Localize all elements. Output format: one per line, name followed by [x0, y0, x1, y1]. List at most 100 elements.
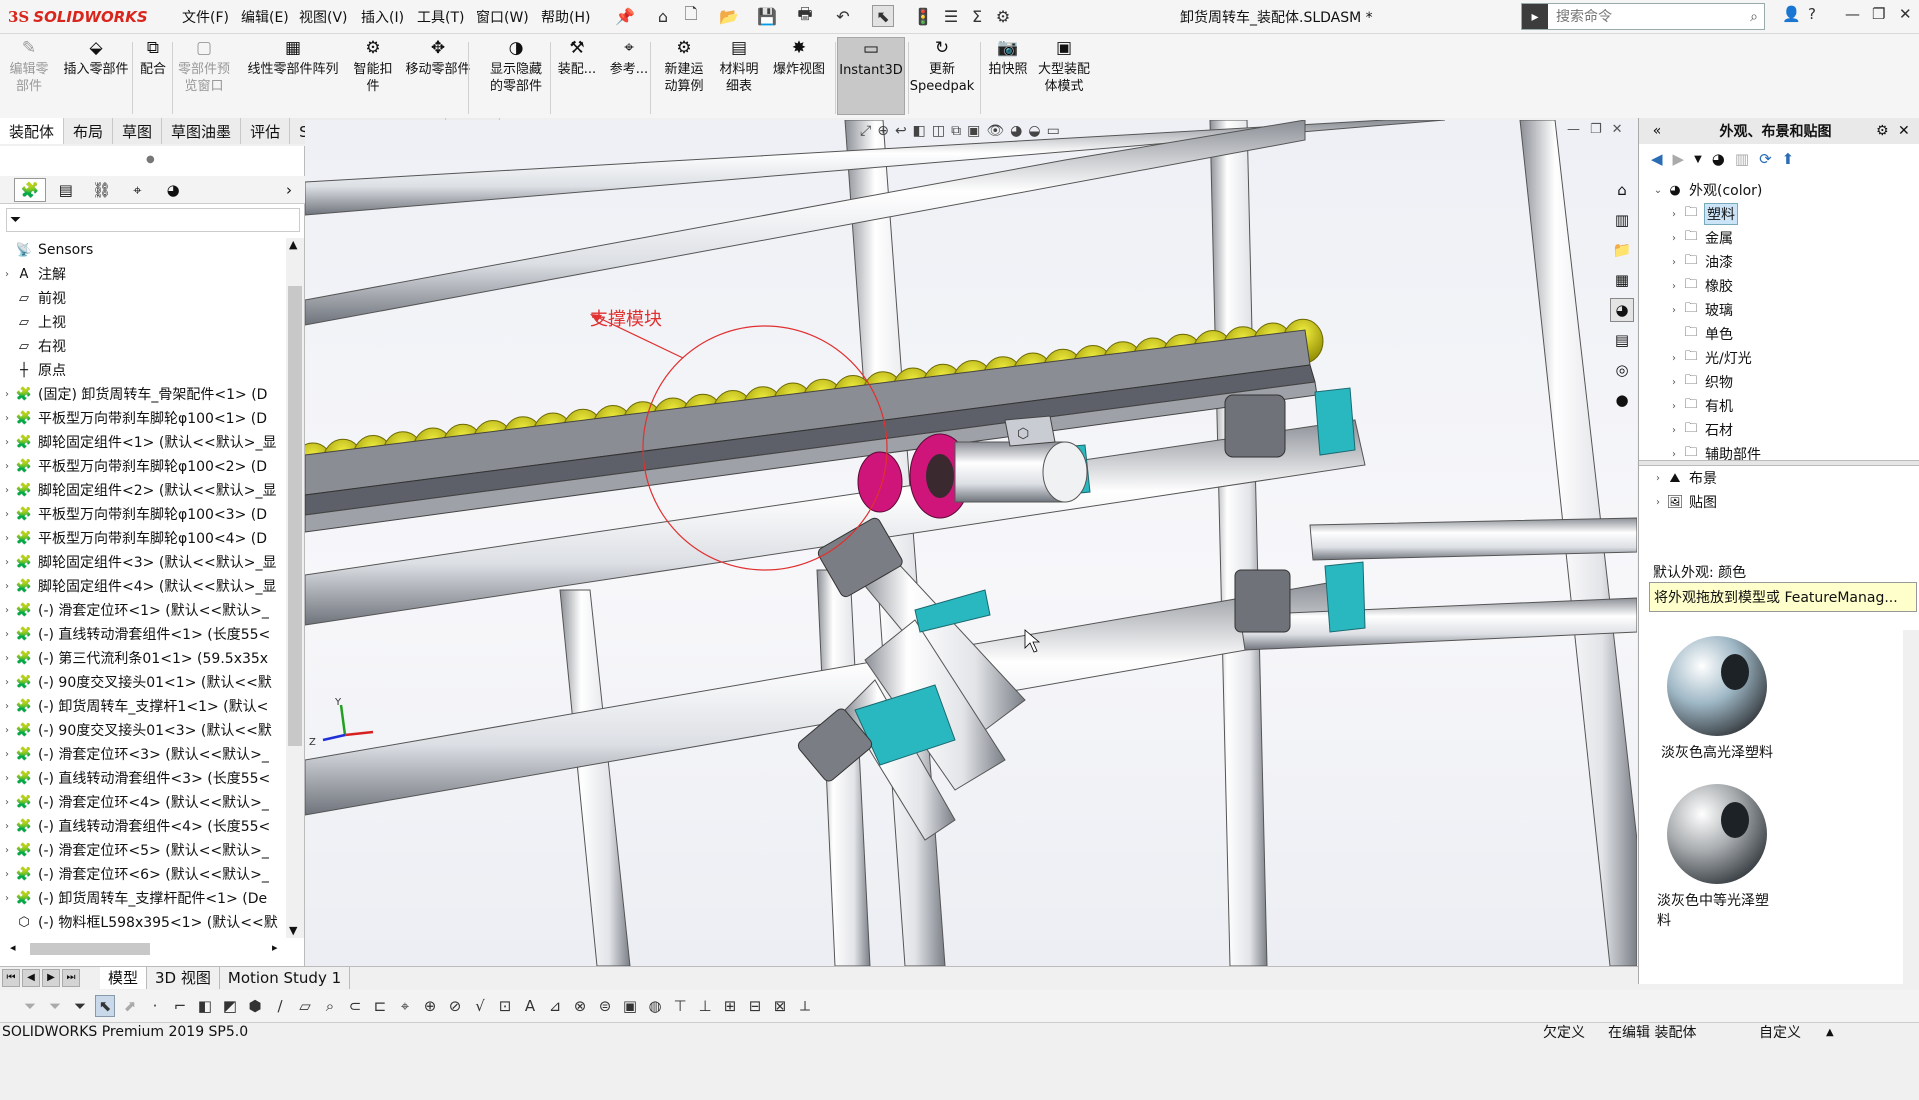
assembly-model[interactable]: ⬡ Y Z — [305, 120, 1637, 966]
display-style-icon[interactable]: ▣ — [967, 123, 980, 139]
dimxpert-tab-icon[interactable]: ⌖ — [121, 178, 153, 202]
expand-arrow-icon[interactable]: › — [0, 485, 14, 496]
library-icon[interactable]: ▥ — [1735, 150, 1749, 168]
bottom-tab-2[interactable]: Motion Study 1 — [220, 966, 351, 989]
filter-cosmetic-threads-icon[interactable]: ⊜ — [595, 995, 615, 1017]
expand-arrow-icon[interactable]: › — [0, 509, 14, 520]
expand-arrow-icon[interactable]: › — [1667, 209, 1681, 220]
appearance-tree-item[interactable]: ⌄ ◕ 外观(color) — [1639, 178, 1919, 202]
select-pointer-icon[interactable]: ⬉ — [95, 995, 115, 1017]
command-speedpak-button[interactable]: ↻ 更新 Speedpak — [910, 37, 975, 115]
filter-hidden-icon[interactable]: ⏷ — [45, 995, 65, 1017]
tree-item[interactable]: › 🧩 (固定) 卸货周转车_骨架配件<1> (D — [0, 382, 285, 406]
menu-4[interactable]: 工具(T) — [417, 7, 464, 27]
appearance-tree-item[interactable]: › 🗀 金属 — [1639, 226, 1919, 250]
search-input[interactable] — [1548, 8, 1745, 25]
filter-connection-points-icon[interactable]: ⊟ — [745, 995, 765, 1017]
expand-arrow-icon[interactable]: › — [0, 725, 14, 736]
back-icon[interactable]: ◀ — [1651, 150, 1663, 168]
viewport-minimize-icon[interactable]: — — [1567, 122, 1580, 137]
view-settings-icon[interactable]: ▭ — [1047, 123, 1060, 139]
units-dropdown-icon[interactable]: ▲ — [1826, 1027, 1834, 1038]
tree-hscroll-thumb[interactable] — [30, 943, 150, 955]
appearance-tree-item[interactable]: › 🗀 塑料 — [1639, 202, 1919, 226]
filter-surface-finish-icon[interactable]: √ — [470, 995, 490, 1017]
command-mate-button[interactable]: ⧉ 配合 — [135, 37, 171, 115]
filter-simulation-icon[interactable]: ⟂ — [795, 995, 815, 1017]
panel-grip[interactable]: ● — [146, 154, 155, 165]
tree-item[interactable]: ┼ 原点 — [0, 358, 285, 382]
filter-vertices-icon[interactable]: · — [145, 995, 165, 1017]
expand-arrow-icon[interactable]: › — [0, 869, 14, 880]
graphics-area[interactable]: ⬡ Y Z 支撑模块 ⤢ ⊕ ↩ ◧ ◫ ⧉ ▣ 👁 ◕ ◒ ▭ — ❐ ✕ — [305, 120, 1637, 966]
expand-arrow-icon[interactable]: › — [0, 605, 14, 616]
expand-arrow-icon[interactable]: › — [0, 269, 14, 280]
expand-arrow-icon[interactable]: › — [0, 845, 14, 856]
search-box[interactable]: ▸ ⌕ — [1521, 3, 1765, 30]
print-icon[interactable]: 🖶 — [794, 4, 816, 27]
command-assembly-features-button[interactable]: ⚒ 装配... — [553, 37, 601, 115]
command-tab-2[interactable]: 草图 — [113, 118, 163, 144]
dropdown-icon[interactable]: ▼ — [1694, 154, 1702, 165]
expand-arrow-icon[interactable]: › — [0, 677, 14, 688]
magnifier-icon[interactable]: ⌕ — [1744, 9, 1764, 25]
view-palette-icon[interactable]: ▦ — [1610, 268, 1634, 292]
scroll-left-icon[interactable]: ◂ — [10, 941, 16, 954]
pin-icon[interactable]: 📌 — [614, 5, 636, 27]
menu-5[interactable]: 窗口(W) — [476, 7, 529, 27]
expand-arrow-icon[interactable]: › — [1667, 377, 1681, 388]
solidworks-forum-icon[interactable]: ◎ — [1610, 358, 1634, 382]
appearance-tree-item[interactable]: › 🖼 贴图 — [1639, 490, 1919, 514]
command-bom-button[interactable]: ▤ 材料明 细表 — [714, 37, 764, 115]
command-move-component-button[interactable]: ✥ 移动零部件 — [400, 37, 476, 115]
collapse-panel-icon[interactable]: « — [1639, 123, 1675, 139]
filter-surfaces-icon[interactable]: ◩ — [220, 995, 240, 1017]
appearance-swatch[interactable]: 淡灰色高光泽塑料 — [1657, 630, 1777, 762]
hide-show-items-icon[interactable]: 👁 — [986, 123, 1004, 139]
tree-item[interactable]: ▱ 右视 — [0, 334, 285, 358]
appearance-tree-item[interactable]: › 🗀 光/灯光 — [1639, 346, 1919, 370]
appearance-tree-item[interactable]: › 🗀 油漆 — [1639, 250, 1919, 274]
zoom-to-fit-icon[interactable]: ⤢ — [860, 123, 871, 139]
appearance-tree-item[interactable]: › 🗀 有机 — [1639, 394, 1919, 418]
last-tab-icon[interactable]: ⏭ — [62, 968, 80, 987]
custom-properties-icon[interactable]: ▤ — [1610, 328, 1634, 352]
panel-options-icon[interactable]: ⚙ — [1876, 123, 1898, 139]
command-new-motion-study-button[interactable]: ⚙ 新建运 动算例 — [657, 37, 711, 115]
appearances-icon[interactable]: ◕ — [1610, 298, 1634, 322]
close-icon[interactable]: ✕ — [1899, 5, 1912, 23]
expand-arrow-icon[interactable]: › — [0, 437, 14, 448]
forward-icon[interactable]: ▶ — [1673, 150, 1685, 168]
command-tab-0[interactable]: 装配体 — [0, 118, 65, 144]
tree-filter[interactable]: ⏷ — [6, 208, 300, 232]
command-show-hidden-button[interactable]: ◑ 显示隐藏 的零部件 — [481, 37, 551, 115]
tree-item[interactable]: › 🧩 脚轮固定组件<4> (默认<<默认>_显 — [0, 574, 285, 598]
tree-item[interactable]: ⬡ (-) 物料框L598x395<1> (默认<<默 — [0, 910, 285, 934]
feature-manager-tab-icon[interactable]: 🧩 — [14, 177, 46, 202]
scroll-up-icon[interactable]: ▲ — [289, 238, 297, 251]
command-tab-4[interactable]: 评估 — [241, 118, 291, 144]
tree-item[interactable]: › 🧩 (-) 直线转动滑套组件<4> (长度55< — [0, 814, 285, 838]
filter-sketch-segments-icon[interactable]: ⊂ — [345, 995, 365, 1017]
appearance-tree-item[interactable]: › 🗀 织物 — [1639, 370, 1919, 394]
filter-centerline-icon[interactable]: ⊕ — [420, 995, 440, 1017]
expand-arrow-icon[interactable]: › — [0, 773, 14, 784]
expand-arrow-icon[interactable]: › — [1651, 473, 1665, 484]
tree-item[interactable]: › 🧩 脚轮固定组件<3> (默认<<默认>_显 — [0, 550, 285, 574]
filter-planes-icon[interactable]: ▱ — [295, 995, 315, 1017]
restore-icon[interactable]: ❐ — [1872, 5, 1885, 23]
tree-item[interactable]: › 🧩 (-) 滑套定位环<1> (默认<<默认>_ — [0, 598, 285, 622]
filter-sketch-points-icon[interactable]: ⌕ — [320, 995, 340, 1017]
appearance-tree-item[interactable]: › ⛰ 布景 — [1639, 466, 1919, 490]
apply-scene-icon[interactable]: ◒ — [1028, 123, 1040, 139]
menu-0[interactable]: 文件(F) — [182, 7, 229, 27]
user-icon[interactable]: 👤 — [1782, 5, 1801, 23]
expand-arrow-icon[interactable]: › — [0, 389, 14, 400]
expand-arrow-icon[interactable]: › — [1667, 401, 1681, 412]
expand-arrow-icon[interactable]: › — [0, 701, 14, 712]
command-reference-geometry-button[interactable]: ⌖ 参考... — [605, 37, 653, 115]
tree-item[interactable]: › 🧩 (-) 90度交叉接头01<1> (默认<<默 — [0, 670, 285, 694]
filter-icon[interactable]: ⏷ — [10, 212, 21, 228]
tree-item[interactable]: › 🧩 脚轮固定组件<2> (默认<<默认>_显 — [0, 478, 285, 502]
save-icon[interactable]: 💾 — [756, 5, 778, 27]
